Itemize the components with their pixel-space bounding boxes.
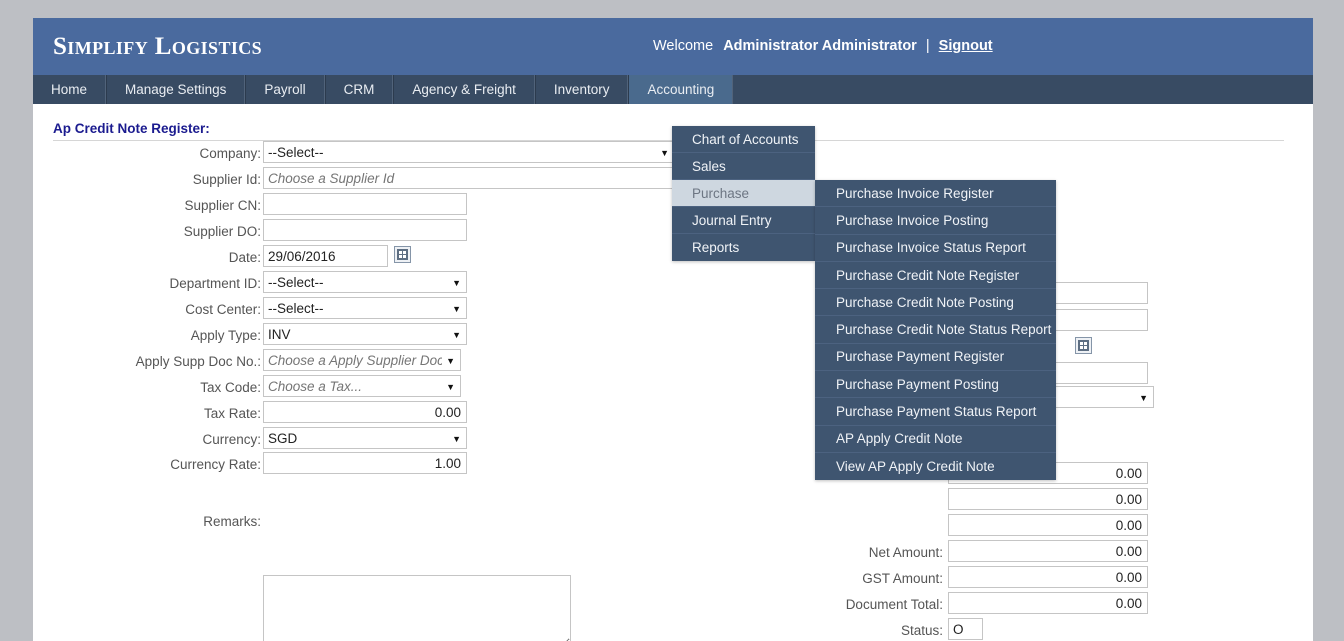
label-tax-rate: Tax Rate: [203,406,261,421]
application-window: Simplify Logistics Welcome Administrator… [33,18,1313,641]
calendar-icon-right[interactable] [1075,337,1092,354]
submenu-item-purchase-invoice-posting[interactable]: Purchase Invoice Posting [815,207,1056,235]
menu-item-purchase[interactable]: Purchase [672,180,815,207]
calendar-icon[interactable] [394,246,411,263]
gst-amount-input[interactable] [948,566,1148,588]
right-amount-3[interactable] [948,514,1148,536]
apply-supp-doc-no-select[interactable] [263,349,461,371]
remarks-textarea[interactable] [263,575,571,641]
supplier-do-input[interactable] [263,219,467,241]
department-id-select[interactable] [263,271,467,293]
submenu-item-purchase-payment-posting[interactable]: Purchase Payment Posting [815,371,1056,399]
nav-item-inventory[interactable]: Inventory [534,75,629,104]
label-cost-center: Cost Center: [185,302,261,317]
label-net-amount: Net Amount: [868,545,943,560]
welcome-separator: | [925,38,930,54]
submenu-item-purchase-credit-note-posting[interactable]: Purchase Credit Note Posting [815,289,1056,317]
date-input[interactable] [263,245,388,267]
label-document-total: Document Total: [845,597,943,612]
menu-item-chart-of-accounts[interactable]: Chart of Accounts [672,126,815,153]
status-input[interactable] [948,618,983,640]
submenu-item-view-ap-apply-credit-note[interactable]: View AP Apply Credit Note [815,453,1056,480]
welcome-bar: Welcome Administrator Administrator | Si… [653,38,993,54]
label-currency-rate: Currency Rate: [170,457,261,472]
submenu-item-purchase-credit-note-status-report[interactable]: Purchase Credit Note Status Report [815,316,1056,344]
label-status: Status: [900,623,943,638]
right-amount-2[interactable] [948,488,1148,510]
menu-item-journal-entry[interactable]: Journal Entry [672,207,815,234]
signout-link[interactable]: Signout [939,38,993,54]
tax-code-select-wrap: ▼ [263,375,461,398]
nav-item-crm[interactable]: CRM [324,75,394,104]
main-navigation: Home Manage Settings Payroll CRM Agency … [33,75,1313,104]
label-currency: Currency: [202,432,261,447]
nav-item-payroll[interactable]: Payroll [245,75,325,104]
label-department-id: Department ID: [169,276,261,291]
label-company: Company: [199,146,261,161]
user-name: Administrator Administrator [723,38,917,54]
apply-supp-doc-no-select-wrap: ▼ [263,349,461,372]
submenu-item-ap-apply-credit-note[interactable]: AP Apply Credit Note [815,426,1056,453]
label-date: Date: [228,250,261,265]
welcome-text: Welcome [653,38,714,54]
currency-select[interactable] [263,427,467,449]
app-logo: Simplify Logistics [53,33,263,60]
submenu-item-purchase-payment-register[interactable]: Purchase Payment Register [815,344,1056,372]
nav-item-manage-settings[interactable]: Manage Settings [106,75,246,104]
submenu-item-purchase-invoice-status-report[interactable]: Purchase Invoice Status Report [815,235,1056,262]
cost-center-select[interactable] [263,297,467,319]
label-tax-code: Tax Code: [200,380,261,395]
menu-item-sales[interactable]: Sales [672,153,815,180]
nav-item-agency-freight[interactable]: Agency & Freight [393,75,535,104]
purchase-submenu: Purchase Invoice Register Purchase Invoi… [815,180,1056,481]
apply-type-select[interactable] [263,323,467,345]
currency-select-wrap: ▼ [263,427,467,450]
supplier-cn-input[interactable] [263,193,467,215]
nav-item-accounting[interactable]: Accounting [628,75,734,104]
accounting-dropdown-menu: Chart of Accounts Sales Purchase Journal… [672,126,815,261]
label-gst-amount: GST Amount: [862,571,943,586]
apply-type-select-wrap: ▼ [263,323,467,346]
company-select-wrap: ▼ [263,141,675,164]
submenu-item-purchase-credit-note-register[interactable]: Purchase Credit Note Register [815,262,1056,290]
label-remarks: Remarks: [203,514,261,529]
menu-item-reports[interactable]: Reports [672,234,815,261]
department-id-select-wrap: ▼ [263,271,467,294]
label-supplier-id: Supplier Id: [192,172,261,187]
submenu-item-purchase-invoice-register[interactable]: Purchase Invoice Register [815,180,1056,208]
app-header: Simplify Logistics Welcome Administrator… [33,18,1313,75]
submenu-item-purchase-payment-status-report[interactable]: Purchase Payment Status Report [815,398,1056,426]
company-select[interactable] [263,141,675,163]
supplier-id-input[interactable] [263,167,675,189]
page-title: Ap Credit Note Register: [53,121,210,136]
tax-rate-input[interactable] [263,401,467,423]
label-supplier-do: Supplier DO: [183,224,261,239]
label-apply-type: Apply Type: [190,328,261,343]
nav-item-home[interactable]: Home [33,75,107,104]
currency-rate-input[interactable] [263,452,467,474]
label-apply-supp-doc-no: Apply Supp Doc No.: [135,354,261,369]
tax-code-select[interactable] [263,375,461,397]
net-amount-input[interactable] [948,540,1148,562]
label-supplier-cn: Supplier CN: [184,198,261,213]
cost-center-select-wrap: ▼ [263,297,467,320]
document-total-input[interactable] [948,592,1148,614]
